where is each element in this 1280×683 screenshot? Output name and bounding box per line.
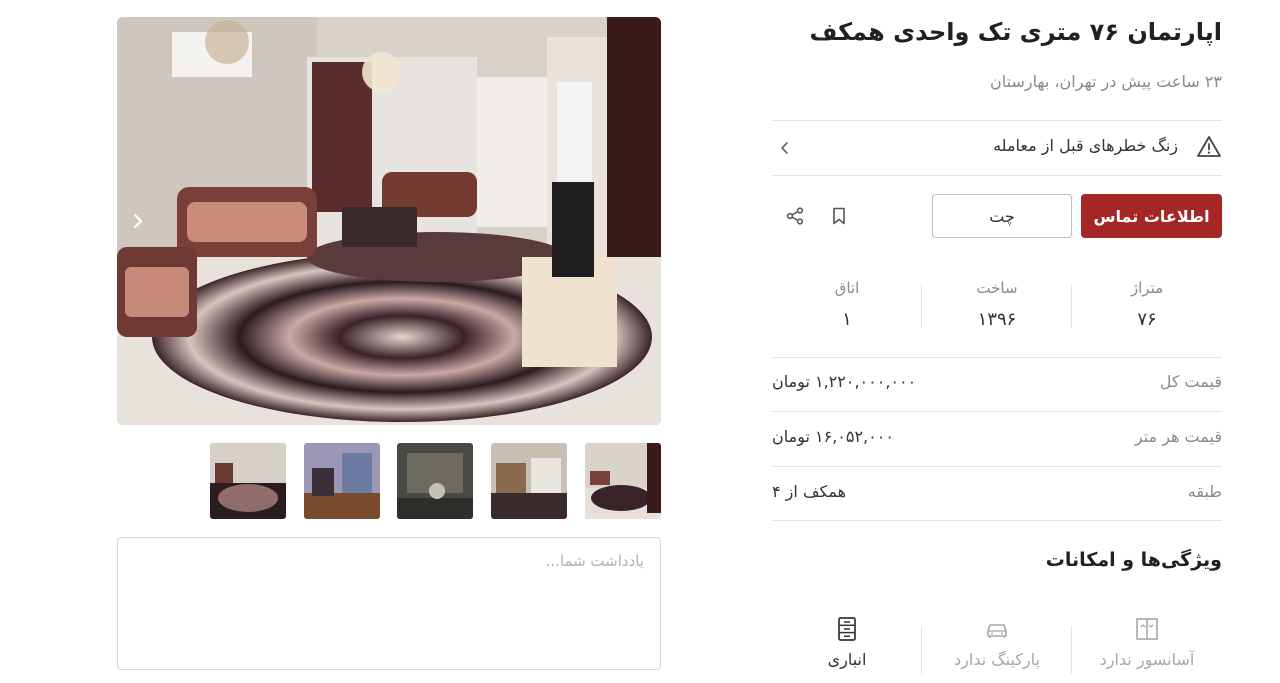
stat-area: متراژ ۷۶	[1072, 272, 1222, 342]
info-value: همکف از ۴	[772, 482, 847, 501]
note-textarea[interactable]	[117, 537, 661, 670]
elevator-icon	[1136, 618, 1158, 640]
feature-label: آسانسور ندارد	[1099, 650, 1195, 669]
features-list: آسانسور ندارد پارکینگ ندارد انباری	[772, 608, 1222, 683]
pre-deal-warnings-link[interactable]: زنگ خطرهای قبل از معامله	[772, 121, 1222, 175]
feature-storage: انباری	[772, 608, 922, 683]
warning-triangle-icon	[1197, 136, 1221, 157]
thumbnail-2[interactable]	[491, 443, 567, 519]
info-label: قیمت کل	[1159, 372, 1222, 391]
price-per-meter-row: قیمت هر متر ۱۶,۰۵۲,۰۰۰ تومان	[772, 412, 1222, 466]
thumbnail-1-selected[interactable]	[585, 443, 661, 519]
contact-info-button[interactable]: اطلاعات تماس	[1081, 194, 1222, 238]
stat-year-built: ساخت ۱۳۹۶	[922, 272, 1072, 342]
floor-row: طبقه همکف از ۴	[772, 467, 1222, 521]
thumbnail-3[interactable]	[397, 443, 473, 519]
chevron-right-icon[interactable]	[127, 207, 149, 235]
divider	[772, 175, 1222, 176]
stat-value: ۱۳۹۶	[977, 309, 1017, 330]
stat-label: متراژ	[1130, 279, 1164, 297]
chat-button[interactable]: چت	[932, 194, 1072, 238]
chevron-left-icon	[781, 142, 788, 154]
storage-icon	[838, 617, 856, 641]
info-value: ۱,۲۲۰,۰۰۰,۰۰۰ تومان	[772, 372, 917, 391]
car-icon	[987, 624, 1007, 638]
listing-time-location: ۲۳ ساعت پیش در تهران، بهارستان	[990, 72, 1222, 91]
thumbnail-3-image	[397, 443, 473, 519]
bookmark-button[interactable]	[824, 201, 854, 231]
thumbnail-5-image	[210, 443, 286, 519]
thumbnail-2-image	[491, 443, 567, 519]
listing-title: اپارتمان ۷۶ متری تک واحدی همکف	[809, 18, 1223, 46]
feature-label: انباری	[827, 650, 867, 669]
share-icon	[786, 207, 804, 225]
photo-thumbnails	[210, 443, 661, 519]
thumbnail-4[interactable]	[304, 443, 380, 519]
stat-label: ساخت	[976, 279, 1018, 297]
stat-rooms: اتاق ۱	[772, 272, 922, 342]
feature-elevator: آسانسور ندارد	[1072, 608, 1222, 683]
main-listing-photo[interactable]	[117, 17, 661, 425]
info-label: قیمت هر متر	[1134, 427, 1222, 446]
thumbnail-5[interactable]	[210, 443, 286, 519]
info-value: ۱۶,۰۵۲,۰۰۰ تومان	[772, 427, 894, 446]
bookmark-icon	[833, 207, 845, 225]
feature-parking: پارکینگ ندارد	[922, 608, 1072, 683]
total-price-row: قیمت کل ۱,۲۲۰,۰۰۰,۰۰۰ تومان	[772, 357, 1222, 411]
divider	[772, 520, 1222, 521]
feature-label: پارکینگ ندارد	[954, 650, 1040, 669]
pre-deal-warnings-label: زنگ خطرهای قبل از معامله	[993, 136, 1178, 155]
key-stats: متراژ ۷۶ ساخت ۱۳۹۶ اتاق ۱	[772, 272, 1222, 342]
thumbnail-1-image	[585, 443, 661, 519]
stat-value: ۷۶	[1137, 309, 1157, 330]
share-button[interactable]	[780, 201, 810, 231]
thumbnail-4-image	[304, 443, 380, 519]
features-heading: ویژگی‌ها و امکانات	[1045, 549, 1222, 571]
living-room-photo	[117, 17, 661, 425]
stat-label: اتاق	[834, 279, 860, 297]
info-label: طبقه	[1187, 482, 1222, 501]
stat-value: ۱	[842, 309, 852, 330]
